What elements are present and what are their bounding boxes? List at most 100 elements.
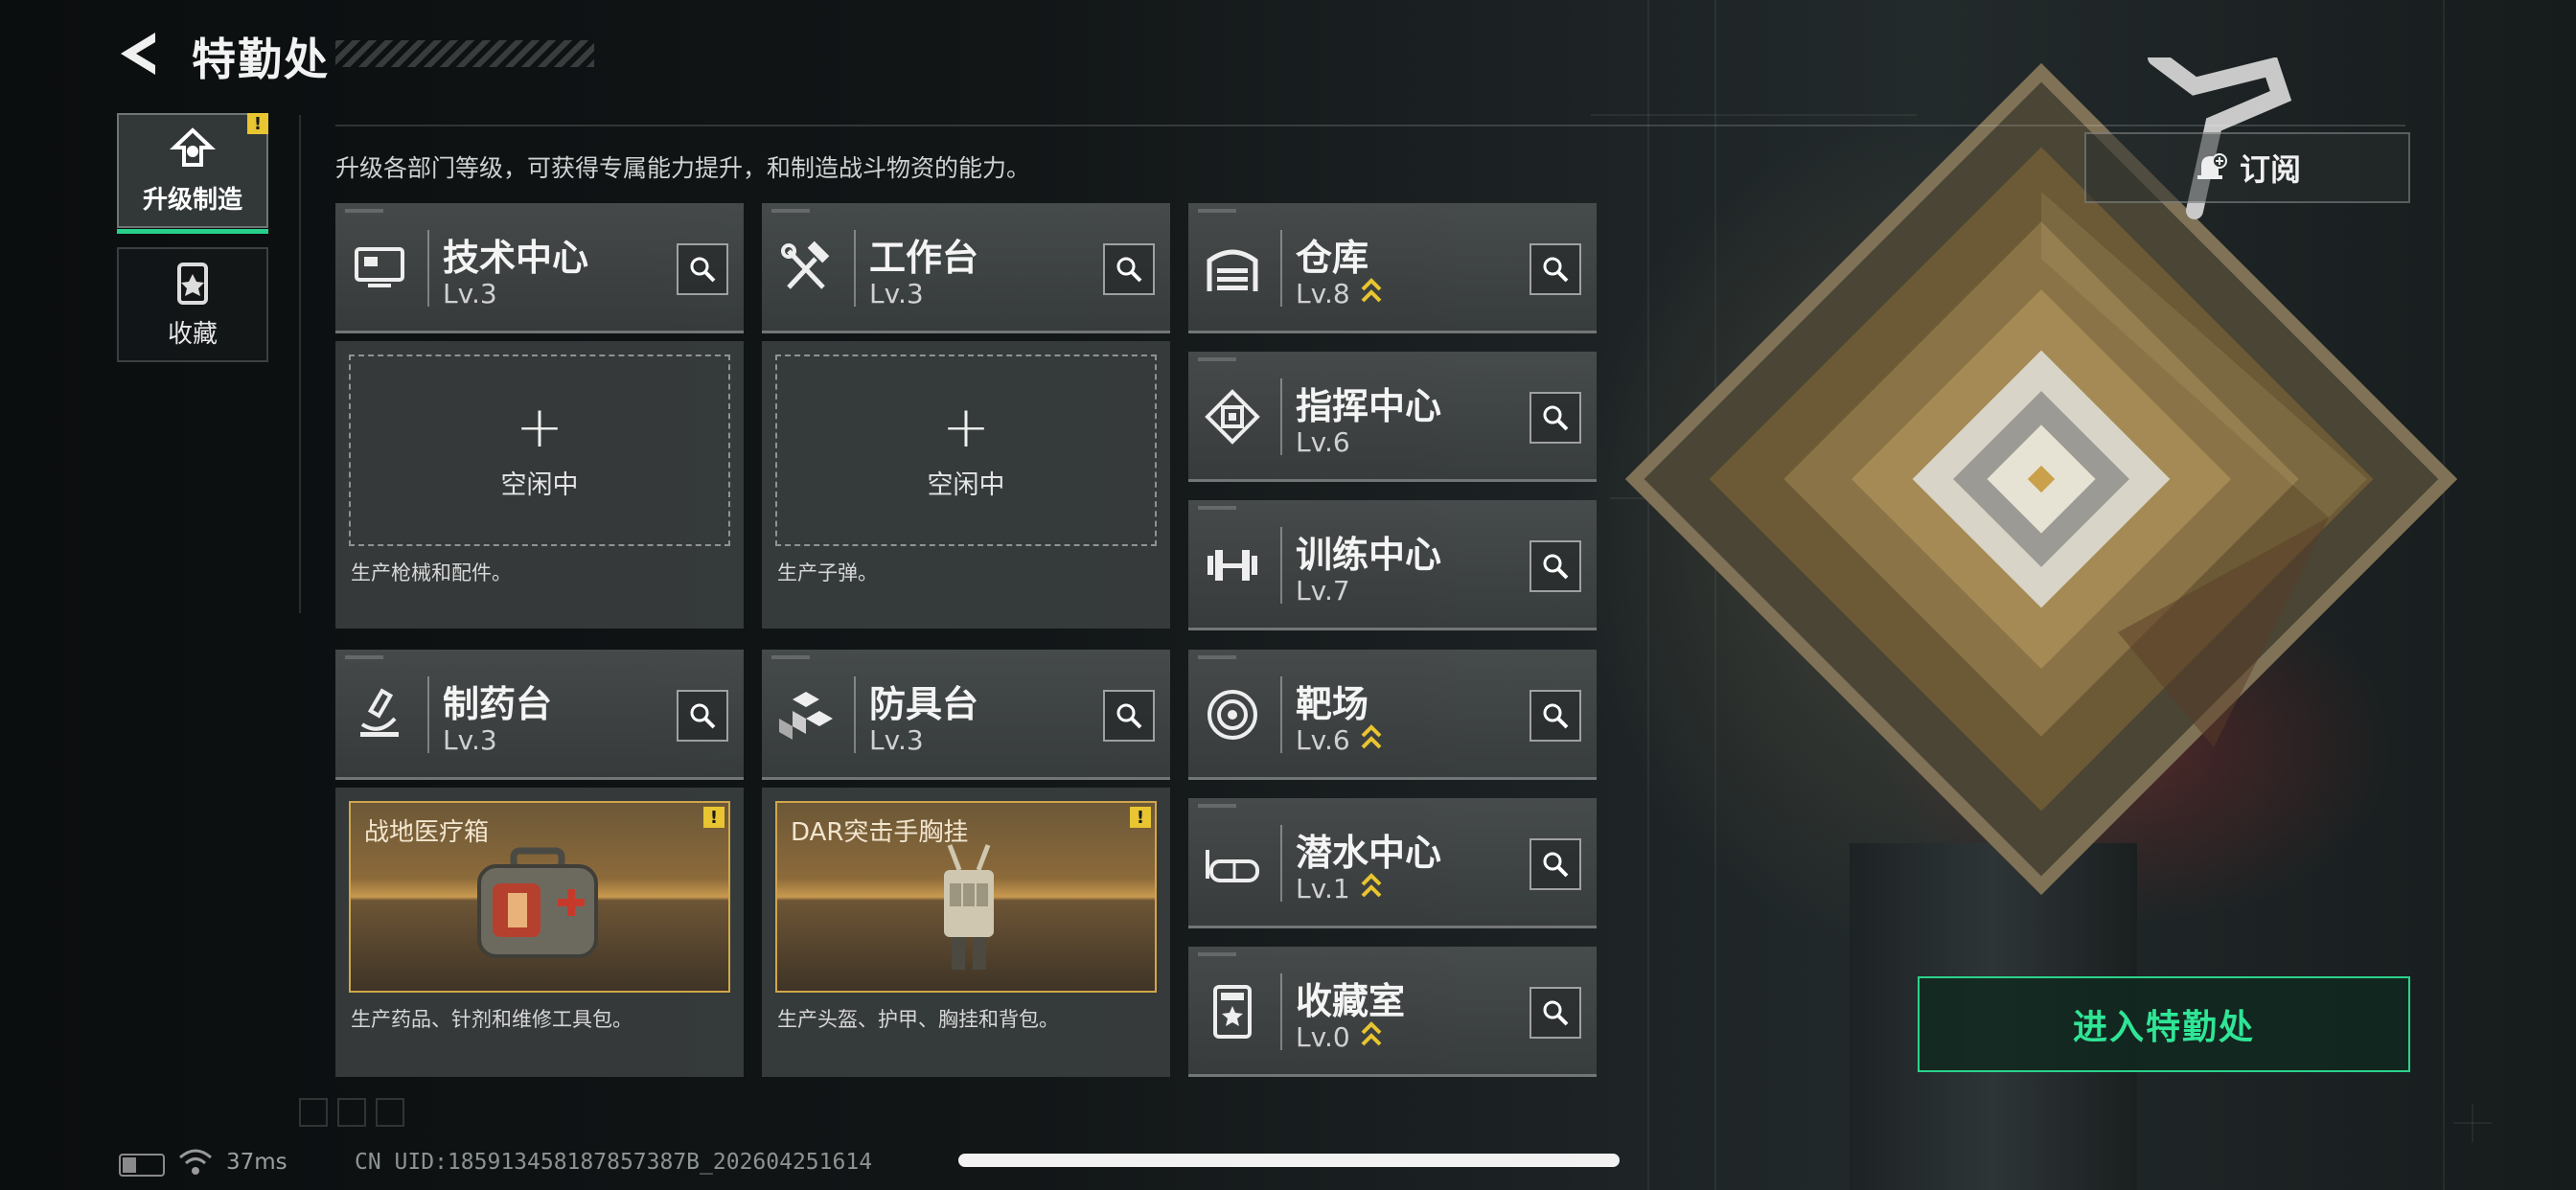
card-tag <box>1198 804 1236 808</box>
department-name: 制药台 <box>443 683 553 725</box>
inspect-button[interactable] <box>1530 243 1581 295</box>
production-slot-tech-center[interactable]: + 空闲中 生产枪械和配件。 <box>335 341 744 629</box>
inspect-button[interactable] <box>1530 540 1581 592</box>
chip-icon <box>1205 389 1260 445</box>
department-level: Lv.3 <box>443 724 497 756</box>
back-arrow-icon[interactable] <box>115 29 165 79</box>
magnifier-icon <box>1543 703 1569 729</box>
wifi-icon <box>179 1149 212 1175</box>
card-separator <box>854 230 856 307</box>
tab-label: 升级制造 <box>142 185 242 215</box>
department-level: Lv.3 <box>869 724 924 756</box>
department-card-warehouse[interactable]: 仓库 Lv.8 <box>1188 203 1597 333</box>
chest-rig-icon <box>944 844 994 970</box>
upgrade-icon <box>169 126 217 167</box>
warning-badge: ! <box>1130 807 1151 828</box>
add-icon: + <box>515 393 564 461</box>
department-card-workbench[interactable]: 工作台 Lv.3 <box>762 203 1170 333</box>
card-tag <box>771 655 810 659</box>
card-tag <box>1198 952 1236 956</box>
department-card-pharmacy[interactable]: 制药台 Lv.3 <box>335 650 744 780</box>
card-separator <box>1280 230 1282 307</box>
tab-upgrade-craft[interactable]: 升级制造 ! <box>117 113 268 234</box>
department-level: Lv.3 <box>869 278 924 309</box>
department-name: 工作台 <box>869 237 979 279</box>
card-tag <box>1198 209 1236 213</box>
magnifier-icon <box>690 257 716 283</box>
inspect-button[interactable] <box>1103 243 1155 295</box>
department-card-command-center[interactable]: 指挥中心 Lv.6 <box>1188 352 1597 482</box>
department-card-tech-center[interactable]: 技术中心 Lv.3 <box>335 203 744 333</box>
card-separator <box>1280 825 1282 902</box>
production-slot-workbench[interactable]: + 空闲中 生产子弹。 <box>762 341 1170 629</box>
warning-badge: ! <box>703 807 724 828</box>
card-tag <box>345 209 383 213</box>
enter-special-ops-button[interactable]: 进入特勤处 <box>1918 976 2410 1072</box>
upgrade-available-icon <box>1361 1021 1382 1046</box>
crafting-item[interactable]: 战地医疗箱 ! <box>349 801 730 993</box>
ping-readout: 37ms <box>226 1150 288 1175</box>
crafting-item[interactable]: DAR突击手胸挂 ! <box>775 801 1157 993</box>
subscribe-label: 订阅 <box>2239 151 2301 188</box>
slot-description: 生产头盔、护甲、胸挂和背包。 <box>777 1008 1059 1031</box>
medkit-icon <box>477 847 598 958</box>
department-card-training-center[interactable]: 训练中心 Lv.7 <box>1188 500 1597 630</box>
card-separator <box>1280 527 1282 604</box>
slot-status: 空闲中 <box>500 469 579 500</box>
department-card-armor-bench[interactable]: 防具台 Lv.3 <box>762 650 1170 780</box>
side-divider <box>299 115 301 613</box>
tab-collection[interactable]: 收藏 <box>117 247 268 362</box>
department-level: Lv.6 <box>1296 724 1350 756</box>
garage-icon <box>1207 249 1258 291</box>
inspect-button[interactable] <box>677 243 728 295</box>
home-indicator[interactable] <box>958 1154 1620 1167</box>
card-tag <box>1198 506 1236 510</box>
goggles-icon <box>1206 850 1259 882</box>
card-separator <box>427 230 429 307</box>
active-tab-indicator <box>117 229 268 234</box>
department-name: 训练中心 <box>1296 534 1442 576</box>
user-uid: CN UID:185913458187857387B_202604251614 <box>355 1150 873 1175</box>
subscribe-button[interactable]: 订阅 <box>2084 132 2410 203</box>
upgrade-available-icon <box>1361 873 1382 898</box>
slot-description: 生产子弹。 <box>777 561 878 584</box>
title-decoration <box>335 40 594 67</box>
inspect-button[interactable] <box>1530 690 1581 742</box>
department-card-collection-room[interactable]: 收藏室 Lv.0 <box>1188 947 1597 1077</box>
slot-description: 生产药品、针剂和维修工具包。 <box>351 1008 632 1031</box>
page-description: 升级各部门等级，可获得专属能力提升，和制造战斗物资的能力。 <box>335 154 1031 182</box>
trophy-icon <box>1213 985 1252 1039</box>
inspect-button[interactable] <box>677 690 728 742</box>
blocks-icon <box>779 692 833 740</box>
card-tag <box>345 655 383 659</box>
inspect-button[interactable] <box>1530 838 1581 890</box>
target-icon <box>1208 690 1257 740</box>
magnifier-icon <box>1543 554 1569 580</box>
production-slot-pharmacy[interactable]: 战地医疗箱 ! 生产药品、针剂和维修工具包。 <box>335 788 744 1077</box>
department-name: 仓库 <box>1296 237 1369 279</box>
inspect-button[interactable] <box>1530 987 1581 1039</box>
empty-slot[interactable]: + 空闲中 <box>349 355 730 546</box>
department-level: Lv.7 <box>1296 575 1350 606</box>
department-name: 靶场 <box>1296 683 1369 725</box>
card-separator <box>427 676 429 753</box>
add-icon: + <box>941 393 991 461</box>
slot-status: 空闲中 <box>927 469 1005 500</box>
card-separator <box>854 676 856 753</box>
magnifier-icon <box>1543 1000 1569 1026</box>
card-tag <box>1198 357 1236 361</box>
battery-icon <box>119 1154 165 1177</box>
department-name: 防具台 <box>869 683 979 725</box>
department-card-diving-center[interactable]: 潜水中心 Lv.1 <box>1188 798 1597 928</box>
card-tag <box>1198 655 1236 659</box>
production-slot-armor-bench[interactable]: DAR突击手胸挂 ! 生产头盔、护甲、胸挂和背包。 <box>762 788 1170 1077</box>
warning-badge: ! <box>247 113 268 134</box>
inspect-button[interactable] <box>1103 690 1155 742</box>
bell-plus-icon <box>2196 153 2227 179</box>
department-name: 指挥中心 <box>1296 385 1442 427</box>
inspect-button[interactable] <box>1530 392 1581 444</box>
department-card-shooting-range[interactable]: 靶场 Lv.6 <box>1188 650 1597 780</box>
department-name: 收藏室 <box>1296 980 1406 1022</box>
empty-slot[interactable]: + 空闲中 <box>775 355 1157 546</box>
card-separator <box>1280 378 1282 455</box>
